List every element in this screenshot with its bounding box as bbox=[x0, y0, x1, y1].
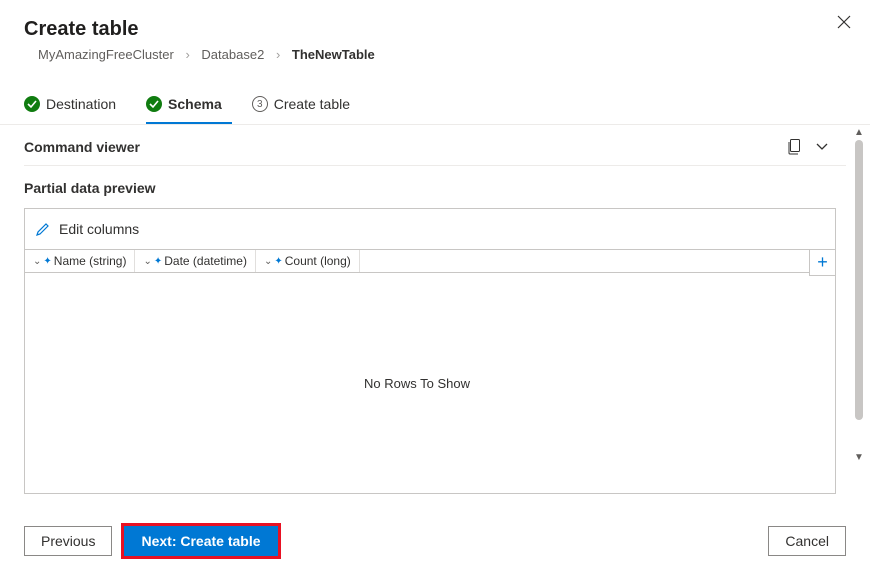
command-viewer-title: Command viewer bbox=[24, 139, 140, 155]
previous-button[interactable]: Previous bbox=[24, 526, 112, 556]
check-icon bbox=[146, 96, 162, 112]
partial-data-preview-title: Partial data preview bbox=[24, 166, 846, 208]
expand-button[interactable] bbox=[812, 137, 832, 157]
close-button[interactable] bbox=[834, 12, 854, 32]
edit-columns-label: Edit columns bbox=[59, 221, 139, 237]
breadcrumb-item[interactable]: Database2 bbox=[201, 47, 264, 62]
chevron-down-icon: ⌄ bbox=[143, 256, 151, 267]
column-label: Name (string) bbox=[54, 254, 127, 268]
column-label: Date (datetime) bbox=[164, 254, 247, 268]
chevron-right-icon: › bbox=[276, 47, 280, 62]
breadcrumb: MyAmazingFreeCluster › Database2 › TheNe… bbox=[24, 41, 846, 70]
scroll-thumb[interactable] bbox=[855, 140, 863, 420]
step-destination[interactable]: Destination bbox=[24, 90, 126, 124]
scroll-down-icon[interactable]: ▼ bbox=[852, 450, 866, 465]
wizard-steps: Destination Schema 3 Create table bbox=[0, 82, 870, 125]
chevron-down-icon bbox=[815, 142, 829, 152]
add-column-button[interactable]: + bbox=[809, 250, 835, 276]
cancel-button[interactable]: Cancel bbox=[768, 526, 846, 556]
step-label: Destination bbox=[46, 96, 116, 112]
column-header-count[interactable]: ⌄ ✦ Count (long) bbox=[256, 250, 360, 272]
type-icon: ✦ bbox=[274, 256, 282, 267]
pencil-icon bbox=[35, 221, 51, 237]
edit-columns-button[interactable]: Edit columns bbox=[24, 208, 836, 250]
step-create-table[interactable]: 3 Create table bbox=[252, 90, 360, 124]
step-number-icon: 3 bbox=[252, 96, 268, 112]
step-label: Schema bbox=[168, 96, 222, 112]
scroll-track[interactable] bbox=[854, 140, 864, 450]
next-create-table-button[interactable]: Next: Create table bbox=[124, 526, 277, 556]
scroll-up-icon[interactable]: ▲ bbox=[852, 125, 866, 140]
plus-icon: + bbox=[817, 252, 828, 273]
copy-icon bbox=[787, 139, 801, 155]
column-label: Count (long) bbox=[285, 254, 351, 268]
column-header-date[interactable]: ⌄ ✦ Date (datetime) bbox=[135, 250, 255, 272]
type-icon: ✦ bbox=[43, 256, 51, 267]
step-schema[interactable]: Schema bbox=[146, 90, 232, 124]
close-icon bbox=[837, 15, 851, 29]
chevron-right-icon: › bbox=[185, 47, 189, 62]
breadcrumb-item[interactable]: MyAmazingFreeCluster bbox=[38, 47, 174, 62]
check-icon bbox=[24, 96, 40, 112]
column-header-name[interactable]: ⌄ ✦ Name (string) bbox=[25, 250, 135, 272]
page-title: Create table bbox=[24, 18, 846, 41]
table-empty-state: No Rows To Show bbox=[25, 273, 809, 493]
type-icon: ✦ bbox=[154, 256, 162, 267]
data-preview-table: ⌄ ✦ Name (string) ⌄ ✦ Date (datetime) ⌄ … bbox=[24, 250, 836, 494]
chevron-down-icon: ⌄ bbox=[264, 256, 272, 267]
step-label: Create table bbox=[274, 96, 350, 112]
breadcrumb-item-current: TheNewTable bbox=[292, 47, 375, 62]
copy-button[interactable] bbox=[784, 137, 804, 157]
scrollbar[interactable]: ▲ ▼ bbox=[852, 125, 866, 465]
chevron-down-icon: ⌄ bbox=[33, 256, 41, 267]
wizard-footer: Previous Next: Create table Cancel bbox=[0, 526, 870, 556]
